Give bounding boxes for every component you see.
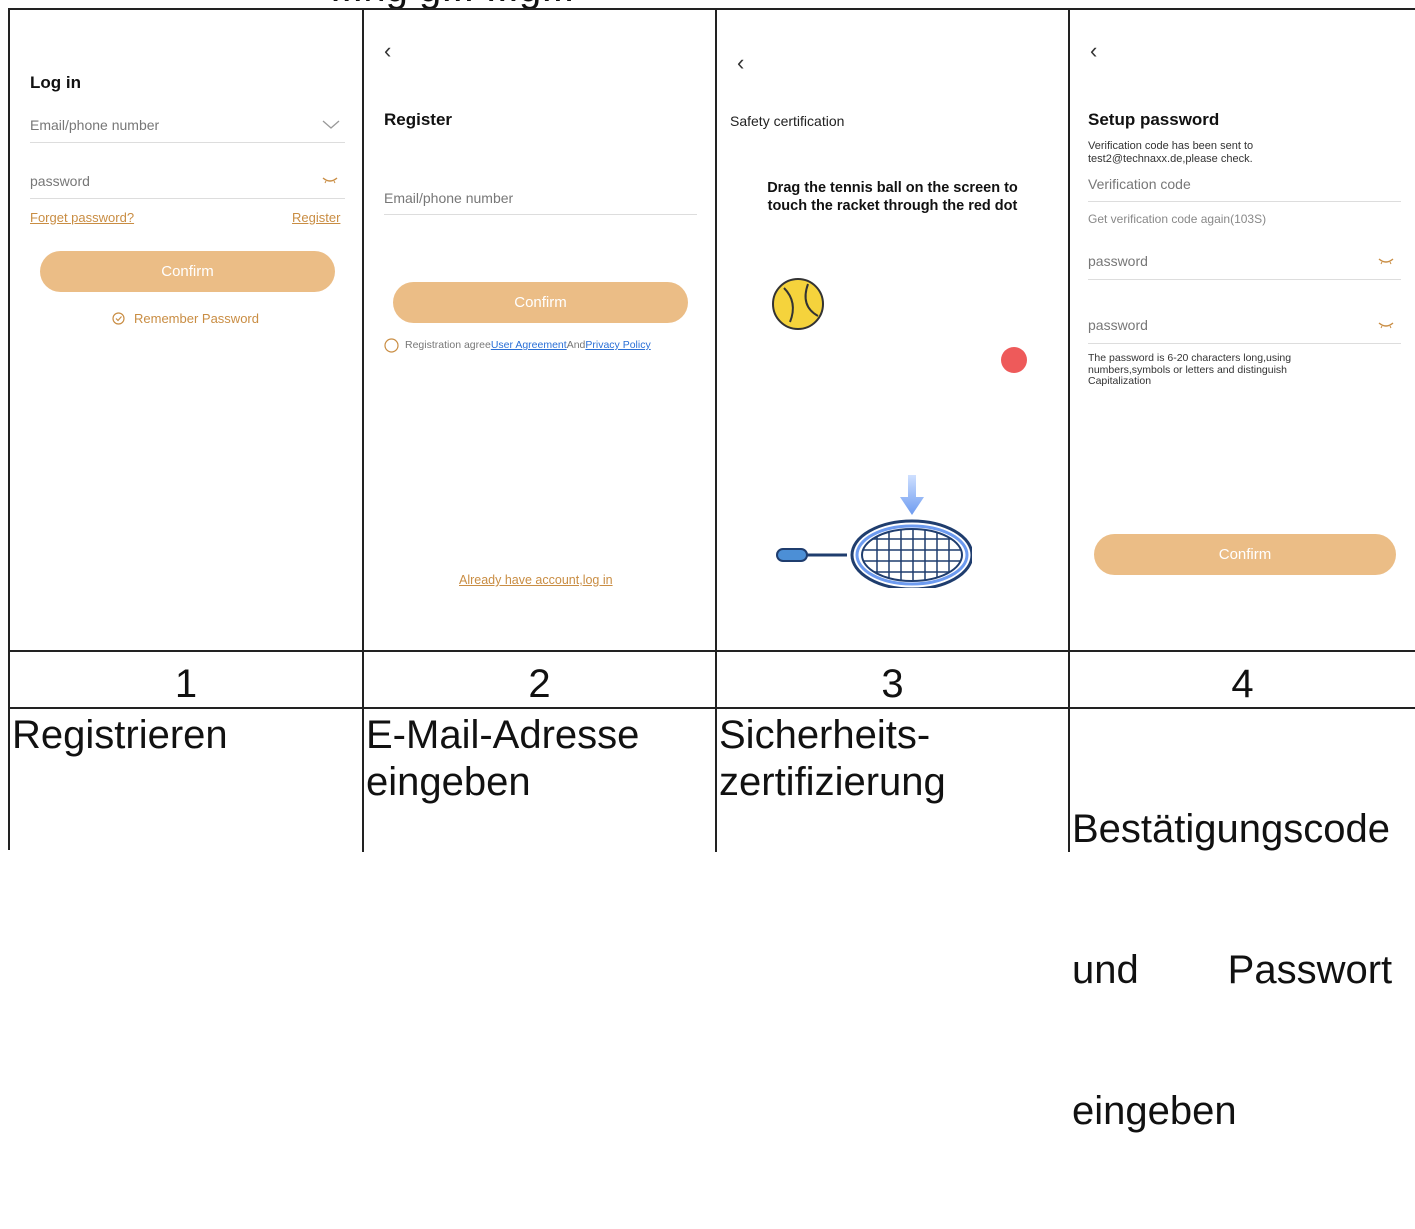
step-number-3: 3 bbox=[881, 662, 904, 706]
page-title: Log in bbox=[30, 73, 81, 92]
step-caption-1: Registrieren bbox=[12, 712, 362, 759]
instruction-line-2: touch the racket through the red dot bbox=[767, 198, 1018, 214]
caption-line: zertifizierung bbox=[719, 760, 946, 804]
page-title: Safety certification bbox=[730, 113, 845, 129]
remember-password-label[interactable]: Remember Password bbox=[134, 311, 259, 326]
panel-setup-password: ‹ Setup password Verification code has b… bbox=[1070, 10, 1415, 650]
already-have-account-link[interactable]: Already have account,log in bbox=[459, 573, 613, 587]
back-chevron-icon[interactable]: ‹ bbox=[1090, 38, 1097, 64]
step-number-2: 2 bbox=[528, 662, 551, 706]
tennis-ball-icon[interactable] bbox=[770, 276, 826, 332]
red-dot-target bbox=[1001, 347, 1027, 373]
email-underline bbox=[30, 142, 345, 143]
code-sent-line-1: Verification code has been sent to bbox=[1088, 140, 1254, 152]
password-field[interactable]: password bbox=[30, 173, 90, 189]
agree-and: And bbox=[566, 339, 586, 351]
user-agreement-link[interactable]: User Agreement bbox=[491, 339, 567, 351]
caption-line: E-Mail-Adresse bbox=[366, 713, 640, 757]
page-title: Register bbox=[384, 110, 453, 129]
back-chevron-icon[interactable]: ‹ bbox=[737, 50, 744, 76]
password-hint-line-1: The password is 6-20 characters long,usi… bbox=[1088, 352, 1292, 364]
eye-closed-icon[interactable] bbox=[1378, 257, 1394, 265]
caption-line: Sicherheits- bbox=[719, 713, 931, 757]
caption-line: Registrieren bbox=[12, 713, 228, 757]
register-link[interactable]: Register bbox=[292, 210, 340, 225]
confirm-button[interactable]: Confirm bbox=[1094, 534, 1396, 575]
step-caption-3: Sicherheits- zertifizierung bbox=[719, 712, 1068, 806]
step-caption-4: Bestätigungscode und Passwort eingeben bbox=[1072, 712, 1415, 1229]
step-number-4: 4 bbox=[1231, 662, 1254, 706]
caption-line: eingeben bbox=[366, 760, 531, 804]
caption-line: eingeben bbox=[1072, 1089, 1237, 1133]
eye-closed-icon[interactable] bbox=[322, 176, 338, 184]
code-sent-line-2: test2@technaxx.de,please check. bbox=[1088, 153, 1253, 165]
instruction-text: Drag the tennis ball on the screen to to… bbox=[717, 179, 1068, 215]
instruction-line-1: Drag the tennis ball on the screen to bbox=[767, 180, 1018, 196]
password-underline bbox=[1088, 279, 1401, 280]
code-sent-message: Verification code has been sent to test2… bbox=[1088, 140, 1253, 166]
agreement-text: Registration agreeUser AgreementAndPriva… bbox=[405, 339, 651, 351]
email-field[interactable]: Email/phone number bbox=[30, 117, 159, 133]
verification-code-field[interactable]: Verification code bbox=[1088, 176, 1191, 192]
check-circle-icon[interactable] bbox=[112, 312, 125, 325]
caption-line: und Passwort bbox=[1072, 948, 1393, 992]
password-hint-line-3: Capitalization bbox=[1088, 375, 1152, 387]
privacy-policy-link[interactable]: Privacy Policy bbox=[585, 339, 650, 351]
panel-login: Log in Email/phone number password Forge… bbox=[10, 10, 362, 650]
email-field[interactable]: Email/phone number bbox=[384, 190, 513, 206]
row-divider-1 bbox=[10, 650, 1415, 652]
steps-table: Log in Email/phone number password Forge… bbox=[8, 8, 1415, 1133]
agree-prefix: Registration agree bbox=[405, 339, 491, 351]
back-chevron-icon[interactable]: ‹ bbox=[384, 38, 391, 64]
caption-line: Bestätigungscode bbox=[1072, 807, 1391, 851]
password-hint: The password is 6-20 characters long,usi… bbox=[1088, 352, 1292, 388]
eye-closed-icon[interactable] bbox=[1378, 321, 1394, 329]
page-title: Setup password bbox=[1088, 110, 1220, 129]
confirm-button[interactable]: Confirm bbox=[393, 282, 688, 323]
step-number-1: 1 bbox=[174, 662, 198, 706]
confirm-password-underline bbox=[1088, 343, 1401, 344]
row-divider-2 bbox=[10, 707, 1415, 709]
racket-icon bbox=[776, 475, 972, 588]
agree-radio-icon[interactable] bbox=[384, 338, 399, 353]
forget-password-link[interactable]: Forget password? bbox=[30, 210, 134, 225]
email-underline bbox=[384, 214, 697, 215]
verification-code-underline bbox=[1088, 201, 1401, 202]
step-caption-2: E-Mail-Adresse eingeben bbox=[366, 712, 715, 806]
confirm-button[interactable]: Confirm bbox=[40, 251, 335, 292]
get-code-again-link[interactable]: Get verification code again(103S) bbox=[1088, 212, 1266, 226]
chevron-down-icon[interactable] bbox=[322, 120, 340, 130]
password-underline bbox=[30, 198, 345, 199]
panel-register: ‹ Register Email/phone number Confirm Re… bbox=[364, 10, 715, 650]
panel-safety-certification: ‹ Safety certification Drag the tennis b… bbox=[717, 10, 1068, 650]
confirm-password-field[interactable]: password bbox=[1088, 317, 1148, 333]
password-field[interactable]: password bbox=[1088, 253, 1148, 269]
